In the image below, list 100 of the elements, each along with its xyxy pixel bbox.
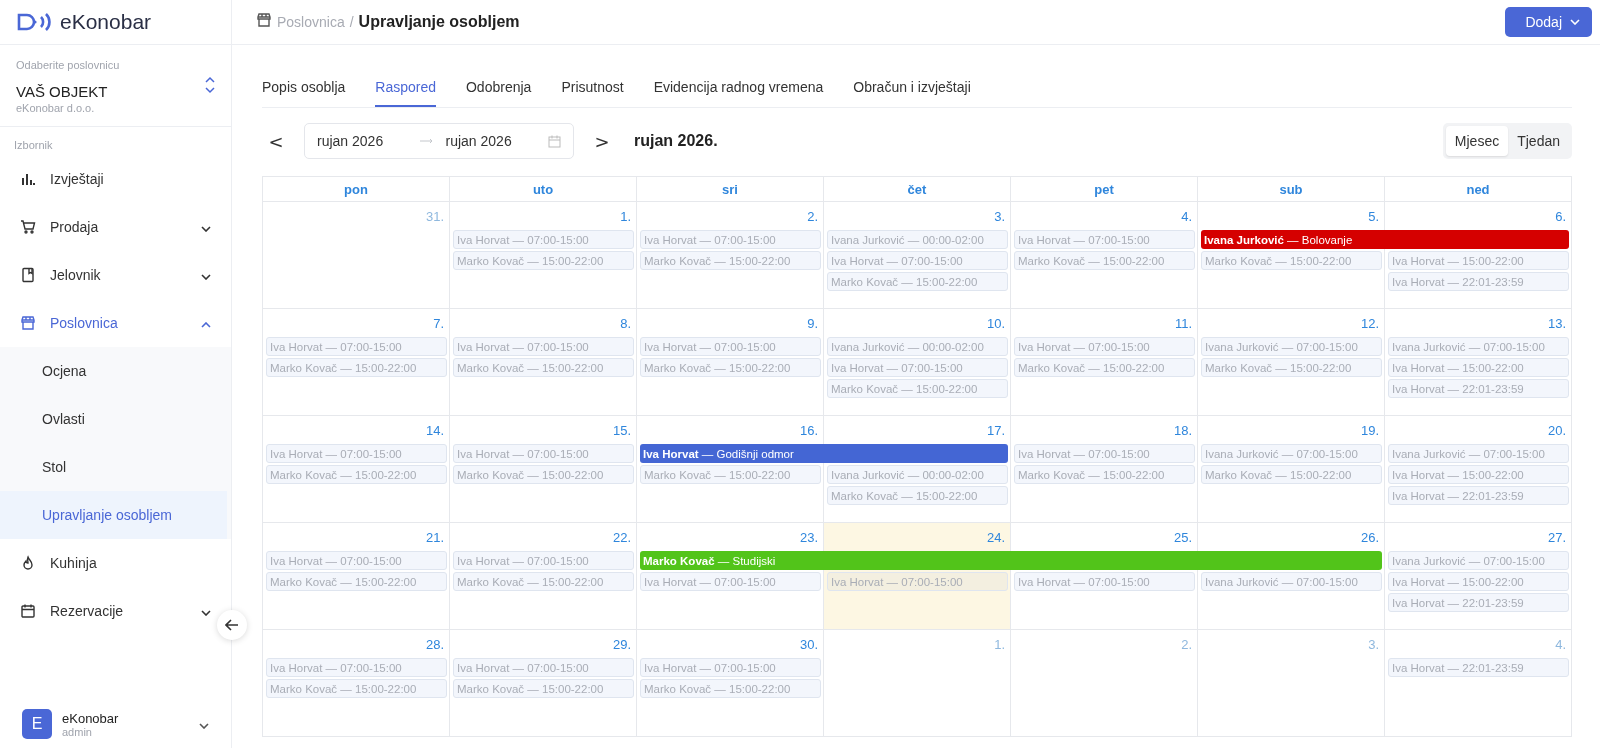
tab[interactable]: Popis osoblja <box>262 67 346 107</box>
shift-event[interactable]: Iva Horvat — 07:00-15:00 <box>1014 230 1195 249</box>
tab[interactable]: Evidencija radnog vremena <box>653 67 824 107</box>
tab[interactable]: Odobrenja <box>466 67 532 107</box>
shift-event[interactable]: Ivana Jurković — 07:00-15:00 <box>1388 551 1569 570</box>
shift-event[interactable]: Marko Kovač — 15:00-22:00 <box>640 465 821 484</box>
breadcrumb-link[interactable]: Poslovnica <box>277 14 345 30</box>
day-number: 4. <box>1181 208 1193 224</box>
sidebar-item[interactable]: Izvještaji <box>0 155 213 203</box>
shift-event[interactable]: Marko Kovač — 15:00-22:00 <box>266 465 447 484</box>
shift-event[interactable]: Ivana Jurković — 07:00-15:00 <box>1201 444 1382 463</box>
weekday-header: pet <box>1011 177 1198 202</box>
day-number: 24. <box>986 529 1006 545</box>
shift-event[interactable]: Iva Horvat — 07:00-15:00 <box>453 551 634 570</box>
shift-event[interactable]: Iva Horvat — 07:00-15:00 <box>453 337 634 356</box>
shift-event[interactable]: Marko Kovač — 15:00-22:00 <box>827 486 1008 505</box>
shift-event[interactable]: Ivana Jurković — 00:00-02:00 <box>827 337 1008 356</box>
absence-event[interactable]: Ivana Jurković — Bolovanje <box>1201 230 1569 249</box>
shift-event[interactable]: Iva Horvat — 07:00-15:00 <box>266 658 447 677</box>
previous-button[interactable]: < <box>262 130 290 152</box>
shift-event[interactable]: Marko Kovač — 15:00-22:00 <box>1014 465 1195 484</box>
shift-event[interactable]: Ivana Jurković — 07:00-15:00 <box>1388 337 1569 356</box>
tab[interactable]: Raspored <box>375 67 436 107</box>
sidebar-item[interactable]: Rezervacije <box>0 587 213 635</box>
shift-event[interactable]: Ivana Jurković — 07:00-15:00 <box>1201 572 1382 591</box>
shift-event[interactable]: Iva Horvat — 15:00-22:00 <box>1388 251 1569 270</box>
next-button[interactable]: > <box>588 130 616 152</box>
shift-event[interactable]: Iva Horvat — 15:00-22:00 <box>1388 572 1569 591</box>
shift-event[interactable]: Iva Horvat — 07:00-15:00 <box>640 230 821 249</box>
chevron-icon[interactable] <box>199 723 209 729</box>
shift-event[interactable]: Marko Kovač — 15:00-22:00 <box>266 358 447 377</box>
shift-event[interactable]: Iva Horvat — 07:00-15:00 <box>827 572 1008 591</box>
shift-event[interactable]: Iva Horvat — 07:00-15:00 <box>640 337 821 356</box>
shift-event[interactable]: Ivana Jurković — 07:00-15:00 <box>1201 337 1382 356</box>
shift-event[interactable]: Iva Horvat — 15:00-22:00 <box>1388 358 1569 377</box>
shift-event[interactable]: Iva Horvat — 22:01-23:59 <box>1388 272 1569 291</box>
sidebar-subitem[interactable]: Stol <box>0 443 231 491</box>
add-button[interactable]: Dodaj <box>1505 7 1592 37</box>
switch-icon[interactable] <box>205 75 215 94</box>
shift-event[interactable]: Marko Kovač — 15:00-22:00 <box>827 379 1008 398</box>
collapse-button[interactable] <box>217 610 247 640</box>
shift-event[interactable]: Marko Kovač — 15:00-22:00 <box>1014 358 1195 377</box>
shift-event[interactable]: Iva Horvat — 07:00-15:00 <box>640 572 821 591</box>
sidebar-item[interactable]: Prodaja <box>0 203 213 251</box>
shift-event[interactable]: Iva Horvat — 07:00-15:00 <box>827 251 1008 270</box>
sidebar-item[interactable]: Poslovnica <box>0 299 213 347</box>
sidebar-item[interactable]: Jelovnik <box>0 251 213 299</box>
shift-event[interactable]: Iva Horvat — 22:01-23:59 <box>1388 593 1569 612</box>
shift-event[interactable]: Ivana Jurković — 07:00-15:00 <box>1388 444 1569 463</box>
shift-event[interactable]: Marko Kovač — 15:00-22:00 <box>1201 251 1382 270</box>
day-number: 30. <box>799 636 819 652</box>
shift-event[interactable]: Ivana Jurković — 00:00-02:00 <box>827 465 1008 484</box>
shift-event[interactable]: Marko Kovač — 15:00-22:00 <box>453 465 634 484</box>
shift-event[interactable]: Iva Horvat — 07:00-15:00 <box>1014 572 1195 591</box>
shift-event[interactable]: Marko Kovač — 15:00-22:00 <box>453 572 634 591</box>
day-number: 3. <box>1368 636 1380 652</box>
shift-event[interactable]: Iva Horvat — 07:00-15:00 <box>453 658 634 677</box>
sidebar-subitem[interactable]: Upravljanje osobljem <box>0 491 227 539</box>
shift-event[interactable]: Marko Kovač — 15:00-22:00 <box>453 251 634 270</box>
shift-event[interactable]: Iva Horvat — 15:00-22:00 <box>1388 465 1569 484</box>
tab[interactable]: Obračun i izvještaji <box>853 67 971 107</box>
weekday-header: čet <box>824 177 1011 202</box>
shift-event[interactable]: Iva Horvat — 07:00-15:00 <box>453 444 634 463</box>
day-number: 8. <box>620 315 632 331</box>
shift-event[interactable]: Ivana Jurković — 00:00-02:00 <box>827 230 1008 249</box>
sidebar-item[interactable]: Kuhinja <box>0 539 213 587</box>
shift-event[interactable]: Marko Kovač — 15:00-22:00 <box>1201 358 1382 377</box>
sidebar-subitem[interactable]: Ovlasti <box>0 395 231 443</box>
sidebar-subitem[interactable]: Ocjena <box>0 347 231 395</box>
shift-event[interactable]: Marko Kovač — 15:00-22:00 <box>827 272 1008 291</box>
shift-event[interactable]: Iva Horvat — 22:01-23:59 <box>1388 379 1569 398</box>
day-number: 19. <box>1360 422 1380 438</box>
date-range-field[interactable]: rujan 2026 rujan 2026 <box>304 123 574 159</box>
shift-event[interactable]: Iva Horvat — 22:01-23:59 <box>1388 658 1569 677</box>
tab[interactable]: Prisutnost <box>561 67 624 107</box>
shift-event[interactable]: Marko Kovač — 15:00-22:00 <box>453 679 634 698</box>
shift-event[interactable]: Marko Kovač — 15:00-22:00 <box>266 572 447 591</box>
shift-event[interactable]: Iva Horvat — 07:00-15:00 <box>640 658 821 677</box>
book-icon <box>20 267 36 283</box>
shift-event[interactable]: Marko Kovač — 15:00-22:00 <box>640 251 821 270</box>
shift-event[interactable]: Iva Horvat — 07:00-15:00 <box>266 337 447 356</box>
shift-event[interactable]: Iva Horvat — 22:01-23:59 <box>1388 486 1569 505</box>
shift-event[interactable]: Iva Horvat — 07:00-15:00 <box>827 358 1008 377</box>
day-number: 27. <box>1547 529 1567 545</box>
shift-event[interactable]: Marko Kovač — 15:00-22:00 <box>1014 251 1195 270</box>
shift-event[interactable]: Iva Horvat — 07:00-15:00 <box>1014 337 1195 356</box>
shift-event[interactable]: Marko Kovač — 15:00-22:00 <box>266 679 447 698</box>
view-option[interactable]: Tjedan <box>1508 126 1569 156</box>
absence-event[interactable]: Iva Horvat — Godišnji odmor <box>640 444 1008 463</box>
shift-event[interactable]: Marko Kovač — 15:00-22:00 <box>640 679 821 698</box>
shift-event[interactable]: Marko Kovač — 15:00-22:00 <box>1201 465 1382 484</box>
view-option[interactable]: Mjesec <box>1445 126 1509 156</box>
shift-event[interactable]: Iva Horvat — 07:00-15:00 <box>266 551 447 570</box>
shift-event[interactable]: Iva Horvat — 07:00-15:00 <box>1014 444 1195 463</box>
shift-event[interactable]: Iva Horvat — 07:00-15:00 <box>266 444 447 463</box>
shift-event[interactable]: Marko Kovač — 15:00-22:00 <box>640 358 821 377</box>
shift-event[interactable]: Marko Kovač — 15:00-22:00 <box>453 358 634 377</box>
cart-icon <box>20 219 36 235</box>
absence-event[interactable]: Marko Kovač — Studijski <box>640 551 1382 570</box>
shift-event[interactable]: Iva Horvat — 07:00-15:00 <box>453 230 634 249</box>
